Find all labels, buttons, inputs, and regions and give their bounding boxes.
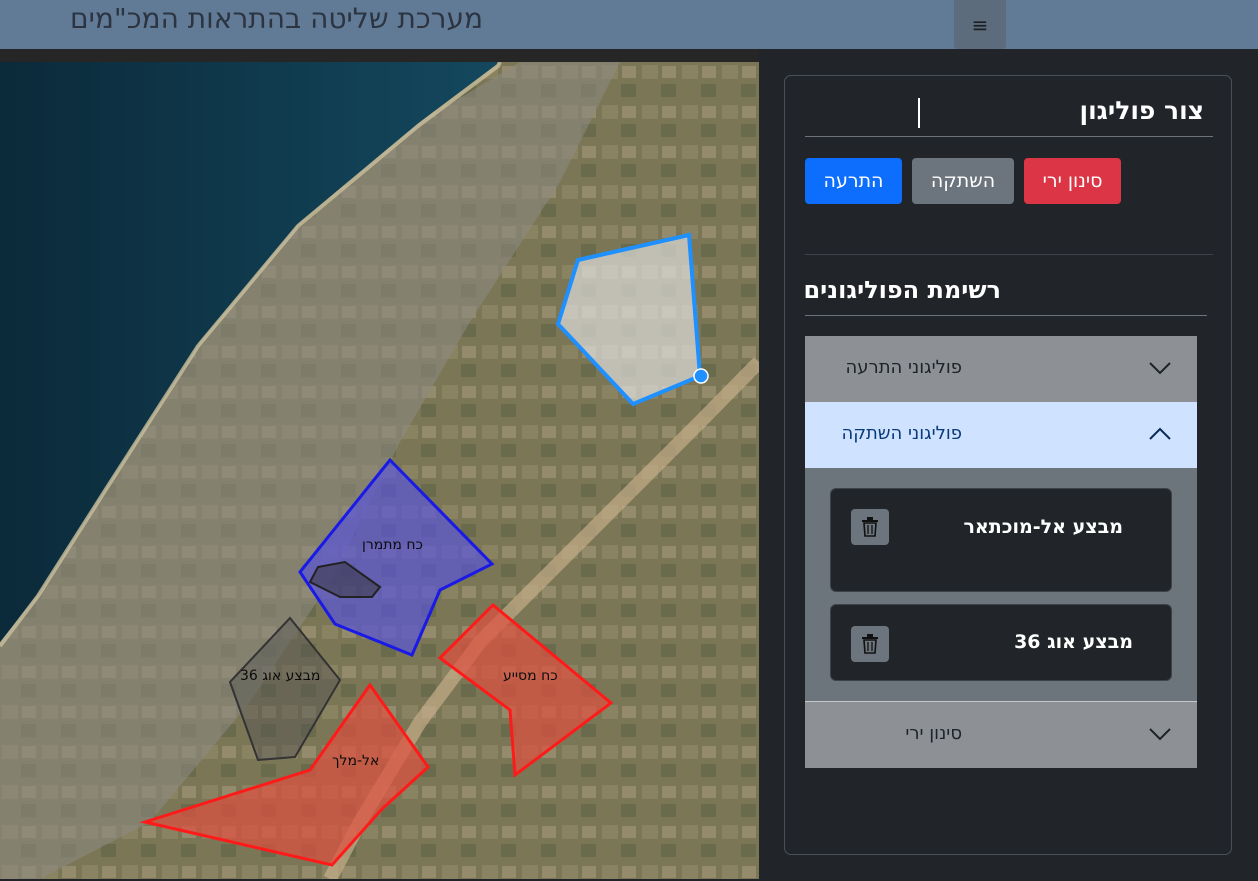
polygon-name: מבצע אל-מוכתאר	[963, 516, 1123, 538]
mute-button[interactable]: השתקה	[912, 158, 1014, 204]
map-label-almalak: אל-מלך	[332, 753, 380, 769]
map-label-maneuver: כח מתמרן	[362, 537, 423, 553]
top-navbar: מערכת שליטה בהתראות המכ"מים ≡	[0, 0, 1258, 50]
accordion-header-alert[interactable]: פוליגוני התרעה	[805, 336, 1197, 402]
menu-toggle-button[interactable]: ≡	[954, 0, 1006, 50]
polygon-accordion: פוליגוני התרעה פוליגוני השתקה מבצע אל-מו…	[805, 336, 1197, 768]
app-title: מערכת שליטה בהתראות המכ"מים	[70, 2, 484, 35]
accordion-body-mute: מבצע אל-מוכתאר מבצע אוג 36	[805, 468, 1197, 701]
map-top-strip	[0, 49, 760, 62]
polygon-list-item: מבצע אוג 36	[830, 604, 1172, 681]
fire-filter-button[interactable]: סינון ירי	[1024, 158, 1121, 204]
polygon-vertex-handle[interactable]	[693, 368, 709, 384]
accordion-header-fire-filter[interactable]: סינון ירי	[805, 702, 1197, 768]
accordion-label: פוליגוני השתקה	[841, 423, 962, 444]
satellite-map[interactable]: כח מתמרן מבצע אוג 36 כח מסייע אל-מלך	[0, 62, 759, 879]
control-card: צור פוליגון התרעה השתקה סינון ירי רשימת …	[784, 75, 1232, 855]
trash-icon	[862, 517, 878, 537]
chevron-down-icon	[1149, 362, 1171, 375]
delete-button[interactable]	[851, 509, 889, 545]
trash-icon	[862, 634, 878, 654]
draw-polygon-title: צור פוליגון	[1079, 96, 1205, 125]
chevron-up-icon	[1149, 427, 1171, 440]
delete-button[interactable]	[851, 626, 889, 662]
polygon-list-item: מבצע אל-מוכתאר	[830, 488, 1172, 592]
map-label-oug36: מבצע אוג 36	[240, 668, 321, 684]
alert-button[interactable]: התרעה	[805, 158, 902, 204]
divider	[805, 136, 1213, 137]
text-cursor	[918, 98, 920, 128]
accordion-label: פוליגוני התרעה	[845, 357, 962, 378]
chevron-down-icon	[1149, 728, 1171, 741]
polygon-list-title: רשימת הפוליגונים	[803, 276, 1001, 304]
hamburger-icon: ≡	[971, 13, 989, 37]
polygon-name: מבצע אוג 36	[1014, 631, 1133, 653]
divider	[805, 254, 1213, 255]
accordion-header-mute[interactable]: פוליגוני השתקה	[805, 402, 1197, 468]
accordion-label: סינון ירי	[905, 723, 962, 744]
map-label-support: כח מסייע	[503, 668, 558, 684]
divider	[805, 315, 1207, 316]
map-canvas[interactable]	[0, 62, 759, 879]
